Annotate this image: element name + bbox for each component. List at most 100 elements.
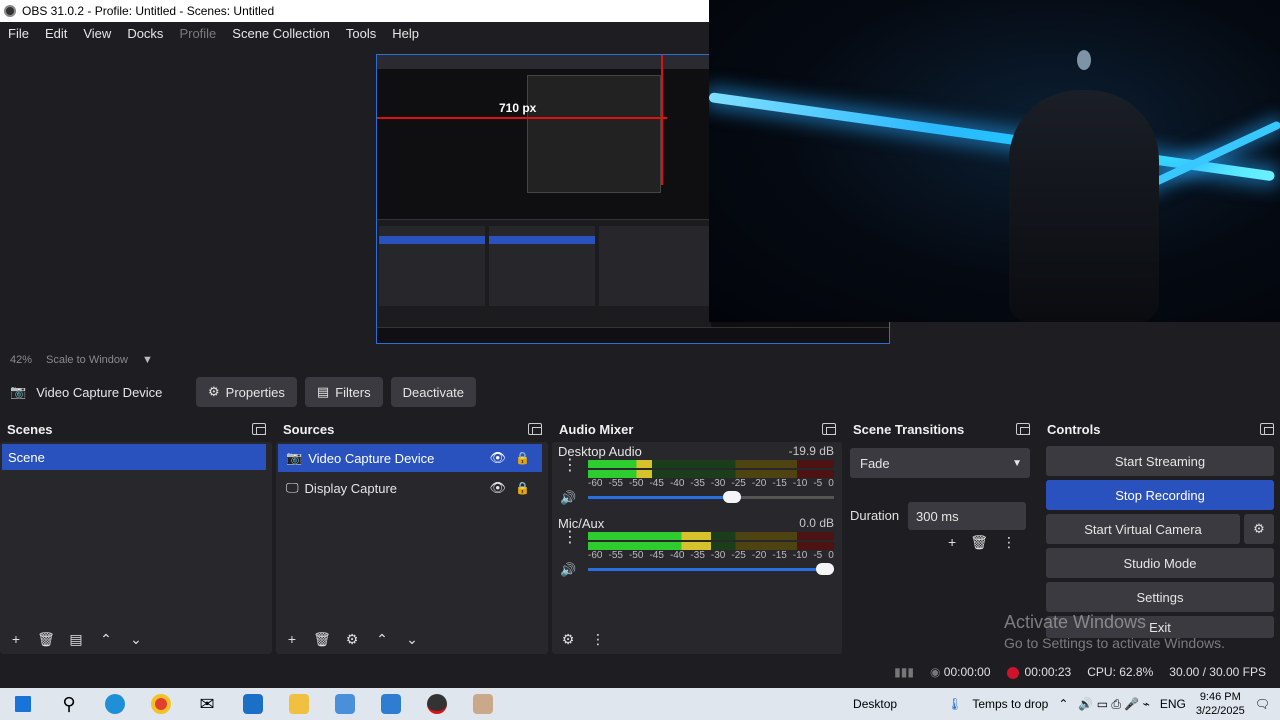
volume-slider[interactable] xyxy=(588,491,834,503)
lock-icon[interactable]: 🔒 xyxy=(515,481,530,495)
properties-label: Properties xyxy=(225,384,285,400)
signal-icon: ▮▮▮ xyxy=(894,665,914,679)
chevron-down-icon[interactable]: ▼ xyxy=(142,354,153,366)
app2-icon[interactable] xyxy=(322,688,368,720)
scale-mode[interactable]: Scale to Window xyxy=(46,354,128,366)
menu-help[interactable]: Help xyxy=(384,26,427,41)
add-source-icon[interactable]: + xyxy=(280,628,304,650)
menu-view[interactable]: View xyxy=(75,26,119,41)
fps-readout: 30.00 / 30.00 FPS xyxy=(1169,665,1266,679)
meter-scale: -60 -55 -50 -45 -40 -35 -30 -25 -20 -15 -10 -5 0 xyxy=(588,550,834,561)
filters-button[interactable]: ▤ Filters xyxy=(304,377,383,407)
menu-tools[interactable]: Tools xyxy=(338,26,384,41)
stop-recording-button[interactable]: Stop Recording xyxy=(1046,480,1274,510)
source-properties-icon[interactable]: ⚙ xyxy=(340,628,364,650)
menu-file[interactable]: File xyxy=(0,26,37,41)
weather-text[interactable]: Temps to drop xyxy=(972,697,1048,711)
edge-icon[interactable] xyxy=(92,688,138,720)
speaker-icon[interactable]: 🔊 xyxy=(560,562,576,578)
sources-dock: Sources 📷 Video Capture Device 👁 🔒 🖵 Dis… xyxy=(276,418,548,654)
meter-scale: -60 -55 -50 -45 -40 -35 -30 -25 -20 -15 -10 -5 0 xyxy=(588,478,834,489)
delete-scene-icon[interactable]: 🗑 xyxy=(34,628,58,650)
measure-guide-horizontal xyxy=(377,117,667,119)
channel-menu-icon[interactable]: ⋮ xyxy=(562,530,578,546)
scale-tick: -45 xyxy=(649,478,664,489)
notification-icon[interactable]: 🗨 xyxy=(1255,697,1270,711)
menu-docks[interactable]: Docks xyxy=(119,26,171,41)
transition-menu-icon[interactable]: ⋮ xyxy=(1002,534,1016,551)
mixer-header: Audio Mixer xyxy=(552,418,842,440)
advanced-audio-icon[interactable]: ⚙ xyxy=(556,628,580,650)
stream-status: ◉ 00:00:00 xyxy=(930,665,991,679)
move-up-icon[interactable]: ⌃ xyxy=(370,628,394,650)
record-time: 00:00:23 xyxy=(1024,665,1072,679)
scale-tick: -55 xyxy=(608,550,623,561)
undock-icon[interactable] xyxy=(252,423,266,435)
search-icon[interactable]: ⚲ xyxy=(46,688,92,720)
chrome-icon[interactable] xyxy=(138,688,184,720)
move-down-icon[interactable]: ⌄ xyxy=(400,628,424,650)
camera-icon: 📷 xyxy=(10,384,27,399)
duration-value: 300 ms xyxy=(916,508,959,524)
delete-transition-icon[interactable]: 🗑 xyxy=(970,534,988,551)
tray-icons[interactable]: 🔊 ▭ ⎙ 🎤 ⌁ xyxy=(1078,697,1149,712)
speaker-icon[interactable]: 🔊 xyxy=(560,490,576,506)
eye-icon[interactable]: 👁 xyxy=(489,450,506,466)
volume-slider[interactable] xyxy=(588,563,834,575)
scenes-dock: Scenes Scene + 🗑 ▤ ⌃ ⌄ xyxy=(0,418,272,654)
undock-icon[interactable] xyxy=(528,423,542,435)
menu-scene-collection[interactable]: Scene Collection xyxy=(224,26,338,41)
undock-icon[interactable] xyxy=(822,423,836,435)
source-item-video-capture[interactable]: 📷 Video Capture Device 👁 🔒 xyxy=(278,444,542,472)
chevron-up-icon[interactable]: ⌃ xyxy=(1058,697,1068,711)
transition-select[interactable]: Fade ▼ xyxy=(850,448,1030,478)
light-bulb xyxy=(1077,50,1091,70)
desktop-label[interactable]: Desktop xyxy=(853,697,897,711)
start-icon[interactable] xyxy=(0,688,46,720)
file-explorer-icon[interactable] xyxy=(276,688,322,720)
store-icon[interactable] xyxy=(368,688,414,720)
nested-preview xyxy=(527,75,661,193)
mail-icon[interactable]: ✉ xyxy=(184,688,230,720)
webcam-feed[interactable] xyxy=(709,0,1280,322)
lock-icon[interactable]: 🔒 xyxy=(515,451,530,465)
undock-icon[interactable] xyxy=(1260,423,1274,435)
delete-source-icon[interactable]: 🗑 xyxy=(310,628,334,650)
eye-icon[interactable]: 👁 xyxy=(489,480,506,496)
start-streaming-button[interactable]: Start Streaming xyxy=(1046,446,1274,476)
app-icon[interactable] xyxy=(230,688,276,720)
app3-icon[interactable] xyxy=(460,688,506,720)
start-virtual-camera-button[interactable]: Start Virtual Camera xyxy=(1046,514,1240,544)
add-transition-icon[interactable]: + xyxy=(948,534,956,551)
mixer-menu-icon[interactable]: ⋮ xyxy=(586,628,610,650)
move-up-icon[interactable]: ⌃ xyxy=(94,628,118,650)
clock-date: 3/22/2025 xyxy=(1195,705,1245,717)
properties-button[interactable]: ⚙ Properties xyxy=(196,377,297,407)
scene-filters-icon[interactable]: ▤ xyxy=(64,628,88,650)
clock-time: 9:46 PM xyxy=(1199,691,1241,703)
menu-profile[interactable]: Profile xyxy=(171,26,224,41)
scale-tick: -30 xyxy=(710,478,726,489)
undock-icon[interactable] xyxy=(1016,423,1030,435)
channel-menu-icon[interactable]: ⋮ xyxy=(562,458,578,474)
add-scene-icon[interactable]: + xyxy=(4,628,28,650)
source-item-display-capture[interactable]: 🖵 Display Capture 👁 🔒 xyxy=(278,474,542,502)
language[interactable]: ENG xyxy=(1160,697,1186,711)
studio-mode-button[interactable]: Studio Mode xyxy=(1046,548,1274,578)
scale-tick: -5 xyxy=(813,550,823,561)
duration-input[interactable]: 300 ms xyxy=(908,502,1026,530)
scene-item[interactable]: Scene xyxy=(2,444,266,470)
filters-label: Filters xyxy=(335,384,371,400)
cpu-usage: CPU: 62.8% xyxy=(1087,665,1154,679)
obs-icon[interactable] xyxy=(414,688,460,720)
exit-button[interactable]: Exit xyxy=(1046,616,1274,638)
scene-transitions-dock: Scene Transitions Fade ▼ Duration 300 ms… xyxy=(846,418,1036,654)
virtual-camera-settings-button[interactable]: ⚙ xyxy=(1244,514,1274,544)
volume-meter xyxy=(588,470,834,478)
settings-button[interactable]: Settings xyxy=(1046,582,1274,612)
transition-tools: + 🗑 ⋮ xyxy=(948,534,1016,551)
menu-edit[interactable]: Edit xyxy=(37,26,75,41)
deactivate-button[interactable]: Deactivate xyxy=(390,377,477,407)
clock[interactable]: 9:46 PM 3/22/2025 xyxy=(1196,690,1245,718)
move-down-icon[interactable]: ⌄ xyxy=(124,628,148,650)
